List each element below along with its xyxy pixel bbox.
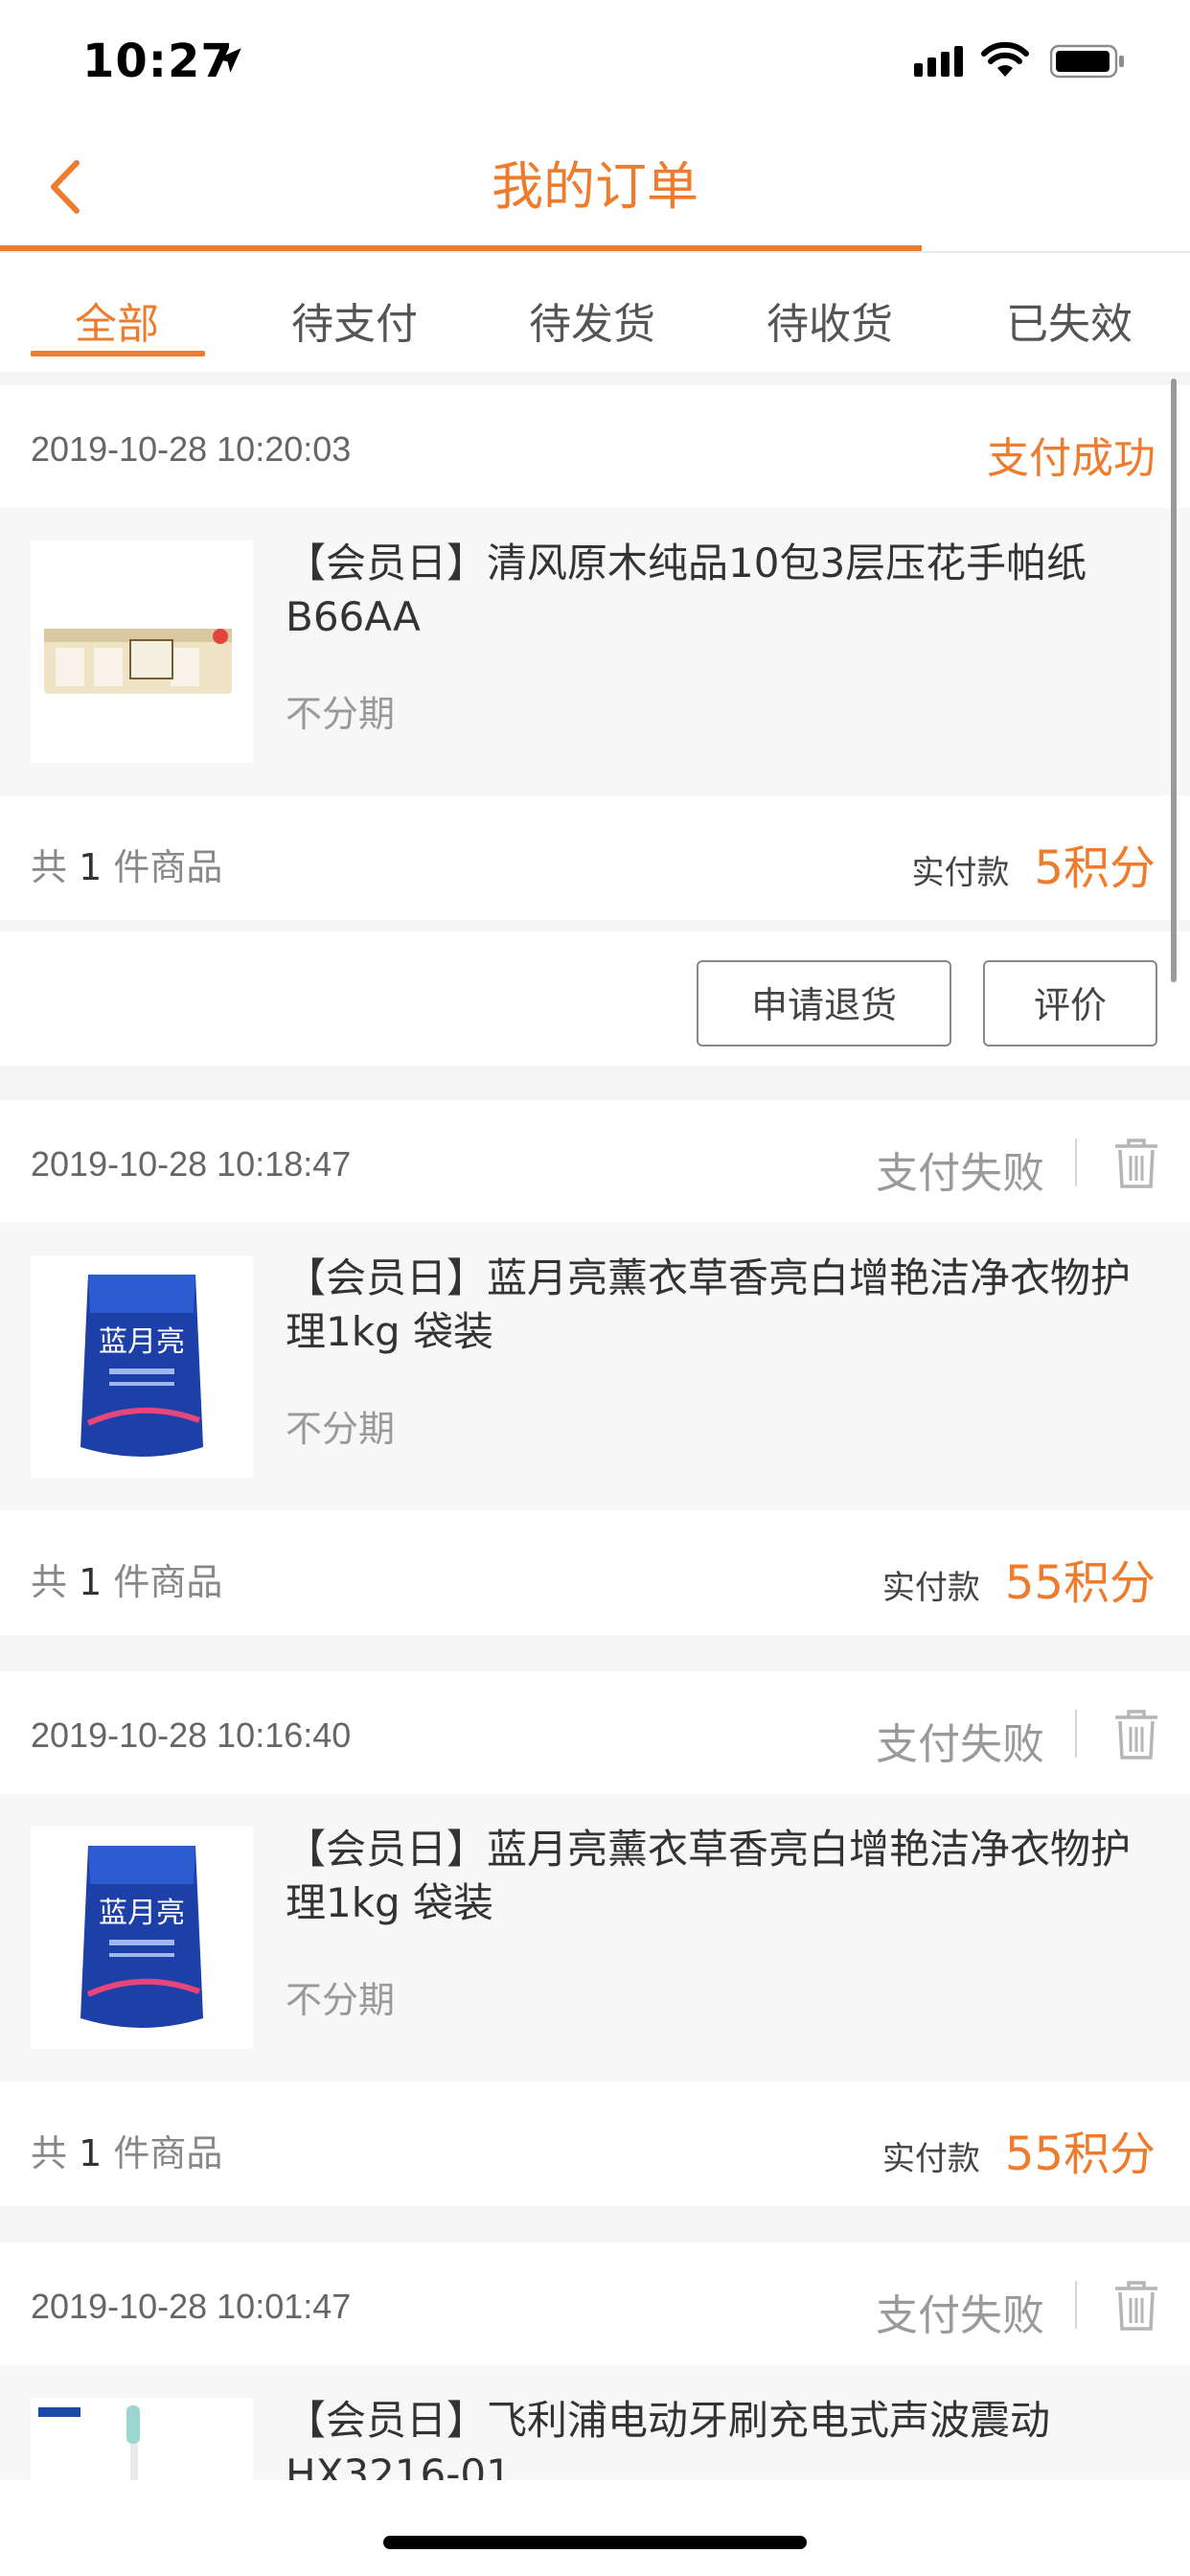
tab-all[interactable]: 全部 [75,289,159,351]
product-image-detergent: 蓝月亮 [31,1827,253,2049]
order-list[interactable]: 2019-10-28 10:20:03 支付成功 【会员日】清风原木纯品10包3… [0,372,1190,2480]
divider [1075,1138,1077,1186]
product-row[interactable]: 【会员日】清风原木纯品10包3层压花手帕纸B66AA 不分期 [0,508,1190,795]
request-return-button[interactable]: 申请退货 [697,960,951,1046]
bottom-safe-area [0,2480,1190,2576]
order-status: 支付失败 [876,2291,1044,2340]
product-name: 【会员日】飞利浦电动牙刷充电式声波震动HX3216-01 [286,2397,1051,2480]
installment-label: 不分期 [286,1979,396,2021]
product-image-tissue [31,540,253,763]
product-row[interactable]: 【会员日】飞利浦电动牙刷充电式声波震动HX3216-01 [0,2365,1190,2480]
payment-total: 实付款 55积分 [882,1545,1156,1612]
page-title: 我的订单 [492,156,698,217]
product-row[interactable]: 蓝月亮 【会员日】蓝月亮薰衣草香亮白增艳洁净衣物护理1kg 袋装 不分期 [0,1794,1190,2082]
page-load-progress-bar [0,245,922,251]
item-count: 共 1 件商品 [31,2132,223,2174]
order-header: 2019-10-28 10:01:47 支付失败 [0,2242,1190,2365]
pay-label: 实付款 [881,2140,980,2178]
item-count: 共 1 件商品 [31,1561,223,1603]
tab-pending-receipt[interactable]: 待收货 [767,289,893,351]
pay-label: 实付款 [911,854,1010,892]
tab-pending-shipment[interactable]: 待发货 [529,289,655,351]
home-indicator[interactable] [383,2536,807,2549]
location-arrow-icon [217,48,241,73]
active-tab-indicator [31,351,205,356]
product-image-detergent: 蓝月亮 [31,1255,253,1478]
tab-expired[interactable]: 已失效 [1006,289,1133,351]
status-time: 10:27 [82,34,234,88]
product-name: 【会员日】蓝月亮薰衣草香亮白增艳洁净衣物护理1kg 袋装 [286,1254,1132,1355]
battery-icon [1050,44,1124,79]
installment-label: 不分期 [286,693,396,735]
order-time: 2019-10-28 10:16:40 [31,1715,352,1755]
pay-label: 实付款 [881,1569,980,1607]
scrollbar[interactable] [1171,379,1177,982]
payment-total: 实付款 5积分 [911,830,1156,897]
order-time: 2019-10-28 10:01:47 [31,2287,352,2326]
wifi-icon [981,42,1029,77]
pay-amount: 55积分 [1004,1556,1156,1610]
divider [1075,2281,1077,2329]
order-header: 2019-10-28 10:16:40 支付失败 [0,1671,1190,1794]
order-time: 2019-10-28 10:18:47 [31,1144,352,1184]
product-row[interactable]: 蓝月亮 【会员日】蓝月亮薰衣草香亮白增艳洁净衣物护理1kg 袋装 不分期 [0,1223,1190,1510]
order-summary: 共 1 件商品 实付款 55积分 [0,1510,1190,1635]
trash-icon[interactable] [1111,2277,1161,2333]
divider [1075,1710,1077,1758]
order-summary: 共 1 件商品 实付款 5积分 [0,795,1190,920]
pay-amount: 5积分 [1034,841,1156,895]
product-name: 【会员日】清风原木纯品10包3层压花手帕纸B66AA [286,540,1087,640]
order-time: 2019-10-28 10:20:03 [31,429,352,469]
order-summary: 共 1 件商品 实付款 55积分 [0,2082,1190,2206]
order-status: 支付成功 [987,434,1156,483]
order-header: 2019-10-28 10:18:47 支付失败 [0,1100,1190,1223]
item-count: 共 1 件商品 [31,846,223,888]
review-button[interactable]: 评价 [983,960,1157,1046]
installment-label: 不分期 [286,1408,396,1450]
order-status: 支付失败 [876,1720,1044,1769]
order-status: 支付失败 [876,1149,1044,1198]
order-actions: 申请退货 评价 [0,932,1190,1066]
tab-pending-payment[interactable]: 待支付 [291,289,418,351]
navigation-bar: 我的订单 [0,125,1190,253]
signal-icon [914,46,963,77]
trash-icon[interactable] [1111,1706,1161,1761]
svg-text:蓝月亮: 蓝月亮 [99,1325,185,1359]
product-name: 【会员日】蓝月亮薰衣草香亮白增艳洁净衣物护理1kg 袋装 [286,1826,1132,1926]
order-status-tabs: 全部 待支付 待发货 待收货 已失效 [0,253,1190,372]
svg-text:蓝月亮: 蓝月亮 [99,1897,185,1930]
order-header: 2019-10-28 10:20:03 支付成功 [0,385,1190,508]
pay-amount: 55积分 [1004,2128,1156,2181]
product-image-toothbrush [31,2398,253,2480]
status-bar: 10:27 [0,0,1190,125]
trash-icon[interactable] [1111,1135,1161,1190]
payment-total: 实付款 55积分 [882,2116,1156,2183]
